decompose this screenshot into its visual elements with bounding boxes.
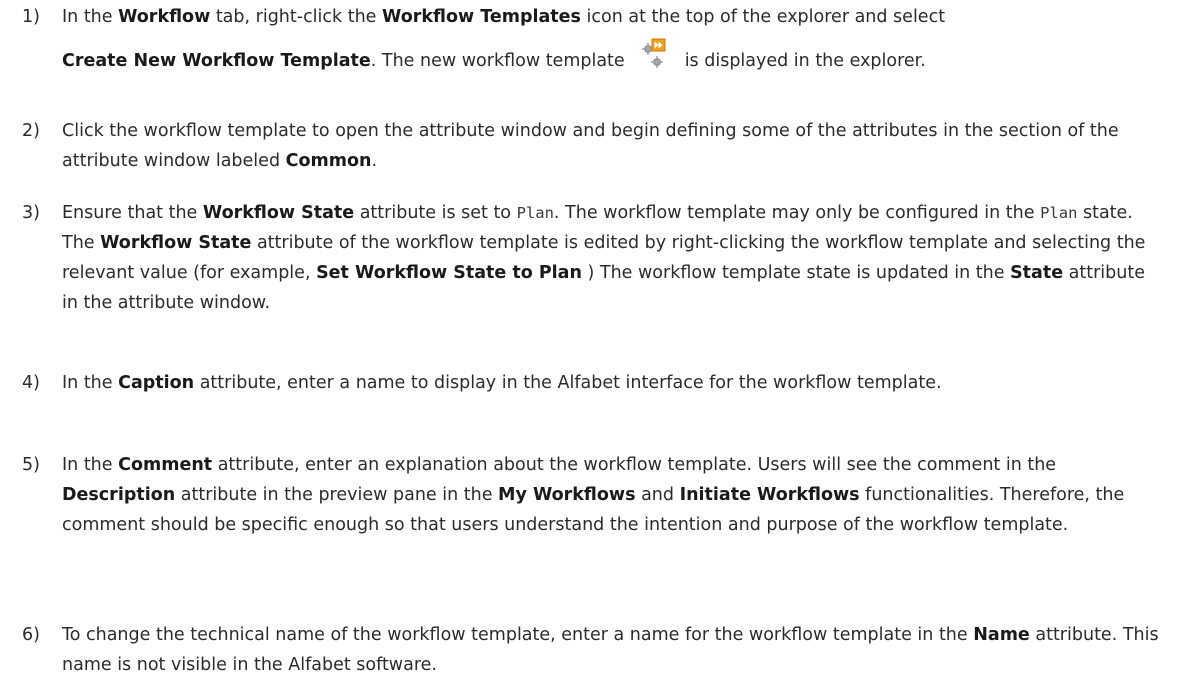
step-text: Ensure that the Workflow State attribute… — [62, 198, 1162, 318]
text-run: Click the workflow template to open the … — [62, 121, 1119, 171]
text-run: . The new workflow template — [370, 51, 625, 71]
step-1: 1) In the Workflow tab, right-click the … — [0, 2, 1178, 76]
ui-term: Common — [285, 151, 372, 171]
ui-term: Caption — [118, 373, 195, 393]
text-run: attribute is set to — [354, 203, 517, 223]
ui-term: Description — [62, 485, 176, 505]
step-2: 2) Click the workflow template to open t… — [0, 116, 1178, 176]
ui-term: Comment — [118, 455, 213, 475]
step-text: To change the technical name of the work… — [62, 620, 1162, 680]
text-run: . The workflow template may only be conf… — [553, 203, 1041, 223]
ui-term: Workflow State — [100, 233, 252, 253]
step-number: 6) — [22, 625, 40, 645]
ui-term: Workflow State — [202, 203, 355, 223]
text-run: ) The workflow template state is updated… — [581, 263, 1011, 283]
text-run: Ensure that the — [62, 203, 203, 223]
ui-term: My Workflows — [498, 485, 636, 505]
ui-term: Initiate Workflows — [679, 485, 860, 505]
text-run: and — [635, 485, 680, 505]
ui-term: Workflow — [118, 7, 211, 27]
step-text: In the Workflow tab, right-click the Wor… — [62, 2, 1162, 76]
text-run: attribute, enter an explanation about th… — [212, 455, 1057, 475]
text-run: attribute, enter a name to display in th… — [194, 373, 942, 393]
step-text: In the Comment attribute, enter an expla… — [62, 450, 1162, 540]
text-run: . — [371, 151, 378, 171]
ui-term: State — [1010, 263, 1064, 283]
step-text: In the Caption attribute, enter a name t… — [62, 368, 1162, 398]
ui-term: Workflow Templates — [382, 7, 581, 27]
text-run: icon at the top of the explorer and sele… — [580, 7, 946, 27]
step-number: 1) — [22, 7, 40, 27]
step-4: 4) In the Caption attribute, enter a nam… — [0, 368, 1178, 398]
step-number: 5) — [22, 455, 40, 475]
text-run: To change the technical name of the work… — [62, 625, 974, 645]
code-value: Plan — [1040, 204, 1078, 222]
step-6: 6) To change the technical name of the w… — [0, 620, 1178, 680]
step-number: 2) — [22, 121, 40, 141]
text-run: In the — [62, 373, 119, 393]
code-value: Plan — [516, 204, 554, 222]
step-1-line-1: In the Workflow tab, right-click the Wor… — [62, 2, 1162, 32]
text-run: In the — [62, 7, 119, 27]
text-run: is displayed in the explorer. — [684, 51, 926, 71]
workflow-template-icon — [641, 38, 667, 76]
ui-term: Set Workflow State to Plan — [316, 263, 582, 283]
text-run: attribute in the preview pane in the — [175, 485, 499, 505]
step-text: Click the workflow template to open the … — [62, 116, 1162, 176]
step-number: 3) — [22, 203, 40, 223]
step-3: 3) Ensure that the Workflow State attrib… — [0, 198, 1178, 318]
text-run: In the — [62, 455, 119, 475]
document: 1) In the Workflow tab, right-click the … — [0, 0, 1178, 687]
ui-term: Create New Workflow Template — [62, 51, 371, 71]
step-5: 5) In the Comment attribute, enter an ex… — [0, 450, 1178, 540]
step-1-line-2: Create New Workflow Template. The new wo… — [62, 38, 1162, 76]
step-number: 4) — [22, 373, 40, 393]
ui-term: Name — [973, 625, 1030, 645]
text-run: tab, right-click the — [210, 7, 383, 27]
